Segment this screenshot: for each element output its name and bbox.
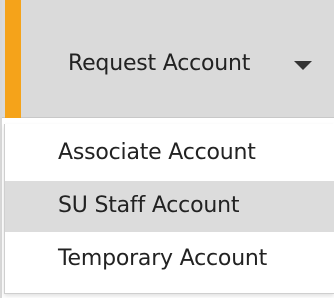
menu-item-temporary-account[interactable]: Temporary Account xyxy=(5,234,334,285)
menu-item-label: Temporary Account xyxy=(58,246,268,271)
request-account-label: Request Account xyxy=(68,51,251,76)
request-account-button[interactable]: Request Account xyxy=(2,0,334,118)
menu-item-label: SU Staff Account xyxy=(58,193,240,218)
request-account-dropdown-widget: Request Account Associate Account SU Sta… xyxy=(0,0,334,298)
menu-item-label: Associate Account xyxy=(58,140,256,165)
accent-bar xyxy=(5,0,21,118)
caret-down-icon xyxy=(294,61,312,70)
menu-item-associate-account[interactable]: Associate Account xyxy=(5,128,334,179)
request-account-menu: Associate Account SU Staff Account Tempo… xyxy=(4,124,334,294)
menu-item-su-staff-account[interactable]: SU Staff Account xyxy=(5,181,334,232)
